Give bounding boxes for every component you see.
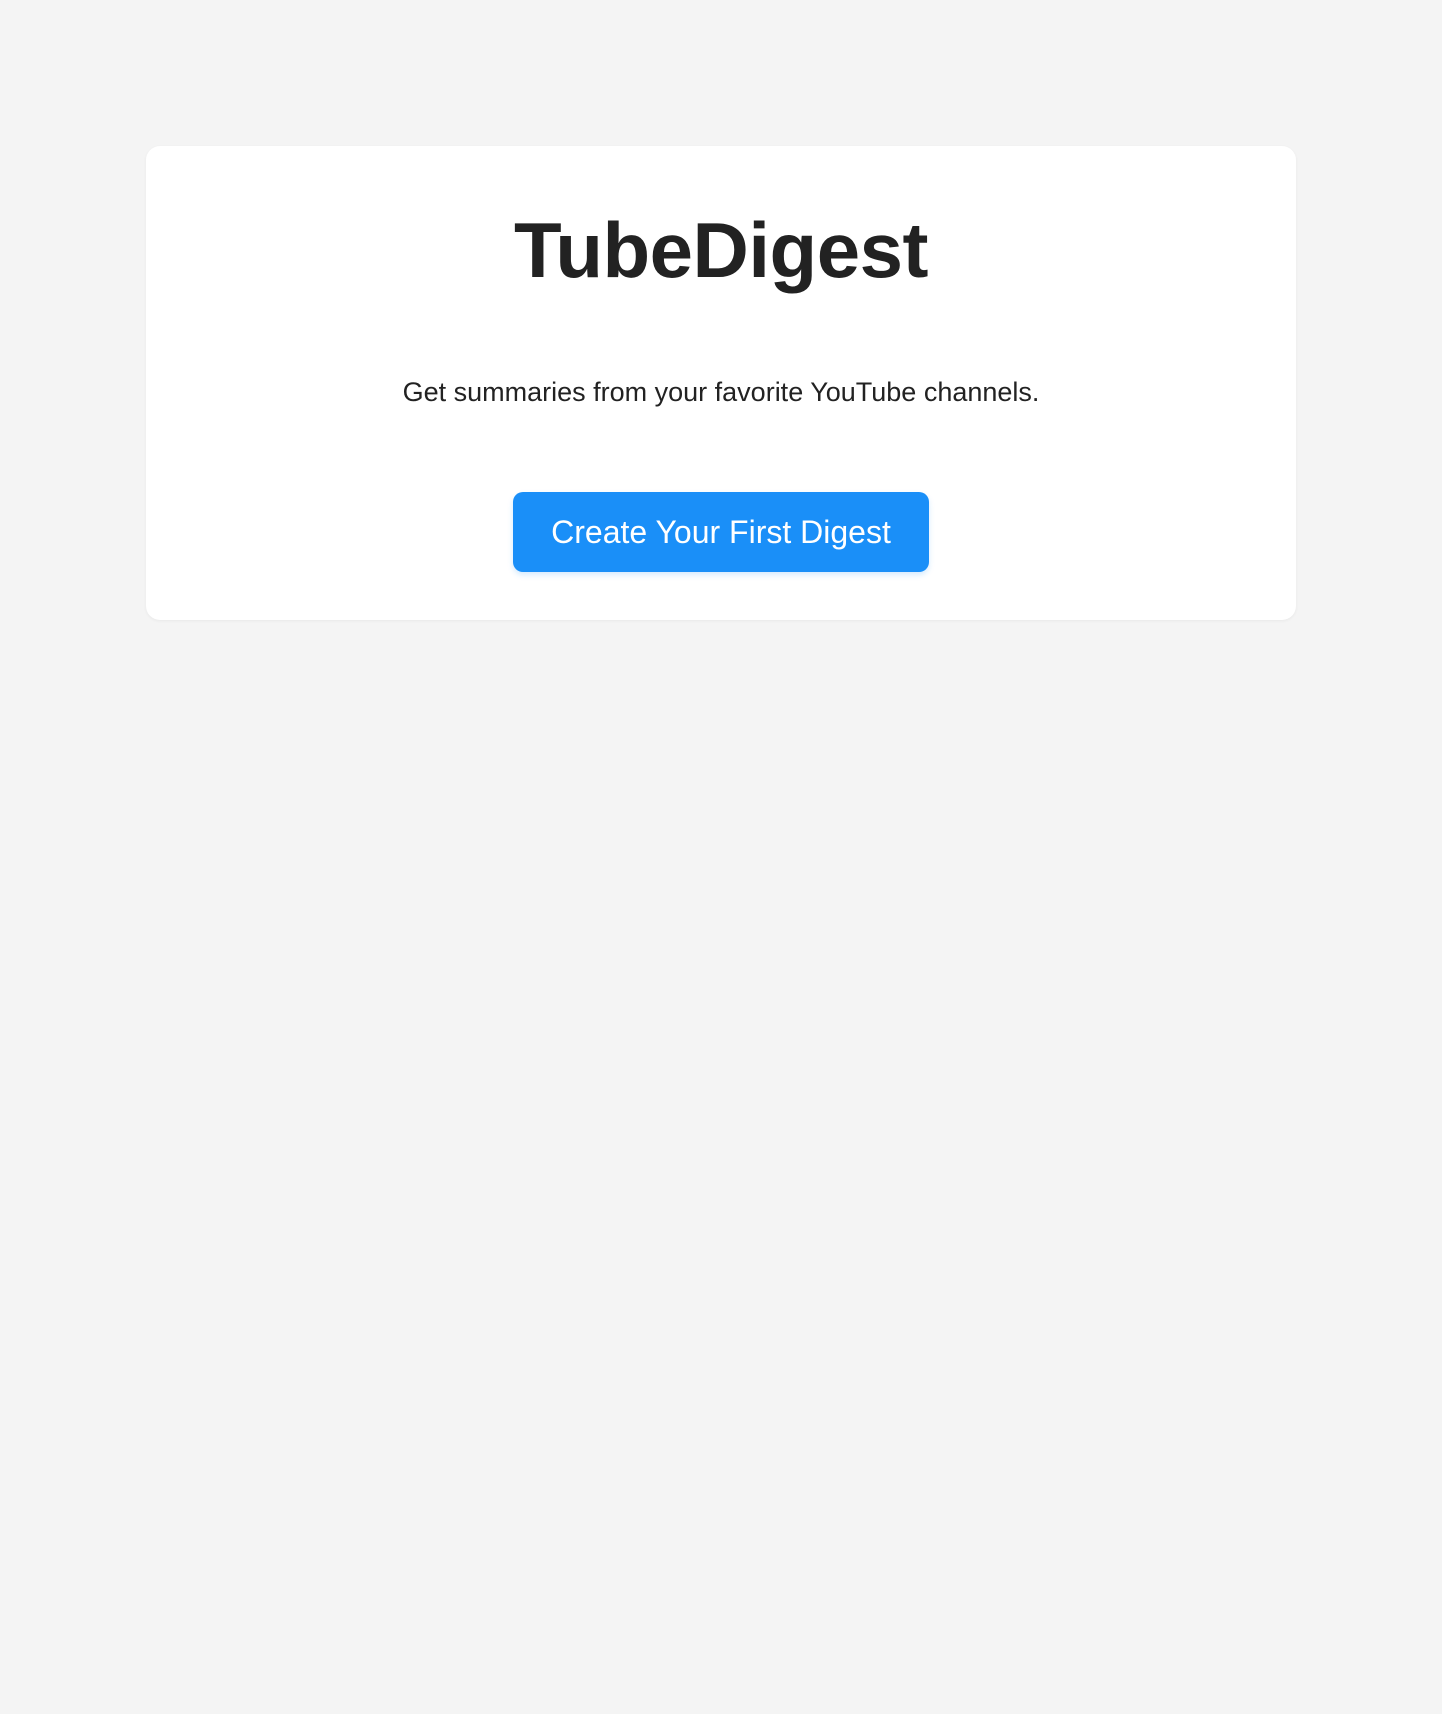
welcome-card: TubeDigest Get summaries from your favor… [146,146,1296,620]
create-first-digest-button[interactable]: Create Your First Digest [513,492,929,572]
app-title: TubeDigest [514,206,928,294]
app-subtitle: Get summaries from your favorite YouTube… [402,377,1040,407]
